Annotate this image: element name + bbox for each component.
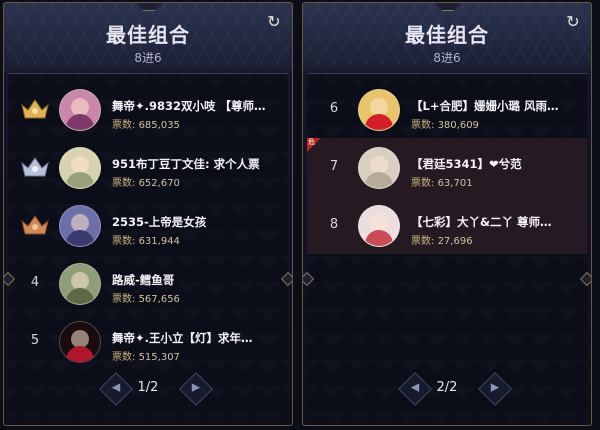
panel-title: 最佳组合 (405, 23, 489, 47)
list-item[interactable]: 2535-上帝是女孩 票数: 631,944 (8, 196, 288, 254)
list-item[interactable]: 5 舞帝✦.王小立【灯】求年… 票数: 515,307 (8, 312, 288, 370)
list-item[interactable]: 951布丁豆丁文佳: 求个人票 票数: 652,670 (8, 138, 288, 196)
frame-corner (579, 271, 591, 287)
list-item[interactable]: 4 路威-鳕鱼哥 票数: 567,656 (8, 254, 288, 312)
avatar (59, 205, 101, 247)
entry-name: 舞帝✦.9832双小吱 【尊师… (112, 99, 266, 113)
avatar (59, 321, 101, 363)
avatar (358, 89, 400, 131)
entry-name: 路威-鳕鱼哥 (112, 273, 175, 287)
list-item[interactable]: 6 【L+合肥】姗姗小璐 风雨… 票数: 380,609 (307, 80, 587, 138)
panel-header: 最佳组合 8进6 ↻ (4, 3, 292, 73)
next-page-icon: ▶ (191, 380, 201, 394)
avatar (59, 263, 101, 305)
entry-name: 【七彩】大丫&二丫 尊师… (411, 215, 552, 229)
ranking-list: 6 【L+合肥】姗姗小璐 风雨… 票数: 380,609 危 7 【君廷5341… (303, 73, 591, 421)
next-page-icon: ▶ (490, 380, 500, 394)
danger-flag: 危 (307, 138, 321, 152)
entry-name: 舞帝✦.王小立【灯】求年… (112, 331, 253, 345)
entry-votes: 票数: 27,696 (411, 236, 473, 247)
rank-number: 4 (30, 275, 40, 290)
panel-subtitle: 8进6 (433, 51, 461, 65)
refresh-icon[interactable]: ↻ (266, 14, 282, 30)
entry-name: 2535-上帝是女孩 (112, 215, 207, 229)
avatar (59, 147, 101, 189)
rank-number: 8 (329, 217, 339, 232)
avatar (358, 205, 400, 247)
leaderboard-panel-page-2: 最佳组合 8进6 ↻ 6 【L+合肥】姗姗小璐 风雨… 票数: 380,609 … (302, 2, 592, 426)
crown-icon (21, 99, 49, 119)
entry-name: 【L+合肥】姗姗小璐 风雨… (411, 99, 559, 113)
rank-number: 6 (329, 101, 339, 116)
entry-votes: 票数: 652,670 (112, 178, 180, 189)
rank-number: 5 (30, 333, 40, 348)
entry-votes: 票数: 567,656 (112, 294, 180, 305)
rank-badge (18, 93, 52, 125)
panel-subtitle: 8进6 (134, 51, 162, 65)
rank-number: 7 (329, 159, 339, 174)
list-item[interactable]: 8 【七彩】大丫&二丫 尊师… 票数: 27,696 (307, 196, 587, 254)
crown-icon (21, 215, 49, 235)
panel-title: 最佳组合 (106, 23, 190, 47)
list-item[interactable]: 舞帝✦.9832双小吱 【尊师… 票数: 685,035 (8, 80, 288, 138)
panel-header: 最佳组合 8进6 ↻ (303, 3, 591, 73)
crown-icon (21, 157, 49, 177)
refresh-icon[interactable]: ↻ (565, 14, 581, 30)
avatar (358, 147, 400, 189)
entry-votes: 票数: 685,035 (112, 120, 180, 131)
entry-votes: 票数: 63,701 (411, 178, 473, 189)
next-page-button[interactable]: ▶ (478, 372, 512, 406)
pagination: ◀ 1/2 ▶ (8, 372, 288, 406)
ranking-list: 舞帝✦.9832双小吱 【尊师… 票数: 685,035 951布丁豆丁文佳: … (4, 73, 292, 421)
entry-name: 951布丁豆丁文佳: 求个人票 (112, 157, 260, 171)
avatar (59, 89, 101, 131)
entry-votes: 票数: 380,609 (411, 120, 479, 131)
entry-votes: 票数: 515,307 (112, 352, 180, 363)
page-indicator: 1/2 (137, 380, 159, 395)
page-indicator: 2/2 (436, 380, 458, 395)
rank-badge (18, 151, 52, 183)
entry-votes: 票数: 631,944 (112, 236, 180, 247)
next-page-button[interactable]: ▶ (179, 372, 213, 406)
pagination: ◀ 2/2 ▶ (307, 372, 587, 406)
frame-corner (303, 271, 315, 287)
list-item[interactable]: 危 7 【君廷5341】❤兮范 票数: 63,701 (307, 138, 587, 196)
rank-badge (18, 209, 52, 241)
entry-name: 【君廷5341】❤兮范 (411, 157, 522, 171)
leaderboard-panel-page-1: 最佳组合 8进6 ↻ 舞帝✦.9832双小吱 【尊师… 票数: 685,035 (3, 2, 293, 426)
